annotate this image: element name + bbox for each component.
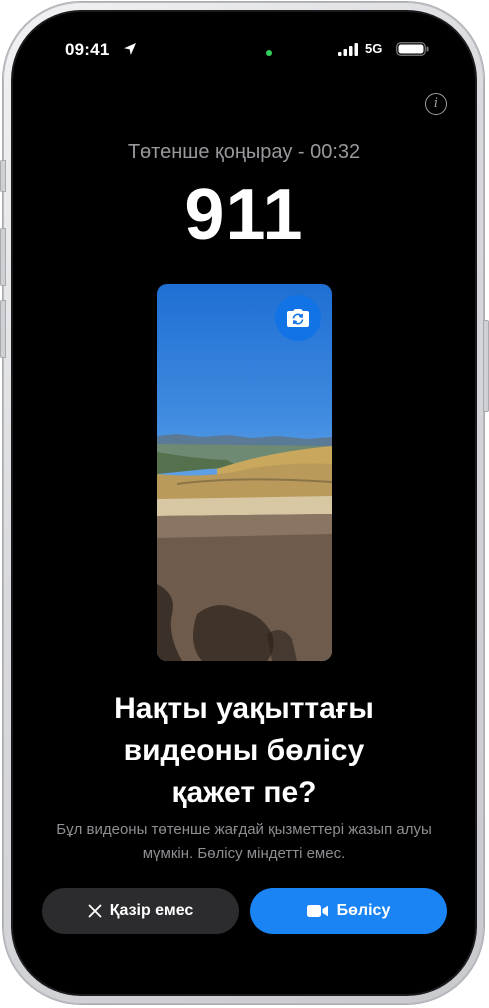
share-video-button[interactable]: Бөлісу [250,888,447,934]
live-video-preview [157,284,332,661]
network-type: 5G [365,41,383,56]
volume-up-button [0,228,6,286]
status-time: 09:41 [65,40,110,59]
action-button [0,160,6,192]
emergency-call-screen: 09:41 5G i Төтенше қоңырау - 00:32 911 Н… [13,12,475,994]
flip-camera-icon [287,309,309,327]
battery-icon [396,42,429,56]
called-number: 911 [184,175,304,255]
prompt-title-line: видеоны бөлісу [123,734,365,767]
status-bar: 09:41 5G [13,12,475,82]
share-video-description: Бұл видеоны төтенше жағдай қызметтері жа… [56,821,432,862]
not-now-button[interactable]: Қазір емес [42,888,239,934]
info-icon[interactable]: i [425,93,447,115]
not-now-label: Қазір емес [109,902,194,919]
volume-down-button [0,300,6,358]
video-camera-icon [306,905,328,917]
location-arrow-icon [124,43,136,55]
call-status-label: Төтенше қоңырау - 00:32 [127,141,361,163]
camera-scene-image [157,434,332,661]
flip-camera-button[interactable] [275,295,321,341]
share-label: Бөлісу [336,902,391,919]
cellular-signal-icon [338,43,358,56]
camera-in-use-indicator [266,50,272,56]
prompt-title-line: Нақты уақыттағы [114,692,374,725]
close-x-icon [88,904,102,918]
side-power-button [483,320,489,412]
share-video-question: Нақты уақыттағы видеоны бөлісу қажет пе? [53,688,435,814]
prompt-title-line: қажет пе? [171,776,317,809]
